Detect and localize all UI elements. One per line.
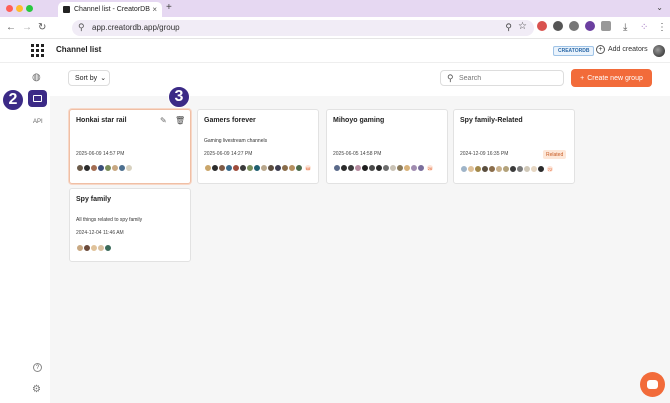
- puzzle-icon[interactable]: [601, 21, 611, 31]
- group-list-area: Honkai star rail ✎ 🗑 2025-06-09 14:57 PM…: [50, 96, 670, 403]
- back-icon[interactable]: ←: [6, 22, 16, 33]
- profile-icon[interactable]: ⁘: [640, 22, 648, 33]
- creator-avatar: [295, 164, 303, 172]
- download-icon[interactable]: ⤓: [623, 22, 627, 33]
- extension-icon[interactable]: [537, 21, 547, 31]
- page-title: Channel list: [56, 45, 102, 54]
- related-tag: Related: [543, 150, 567, 159]
- app-header: Channel list CREATORDB + Add creators: [0, 39, 670, 63]
- favicon-icon: [63, 6, 70, 13]
- group-avatars: [76, 244, 112, 252]
- group-card[interactable]: Spy family-Related 2024-12-09 16:35 PM R…: [453, 109, 575, 184]
- maximize-window-button[interactable]: [26, 5, 33, 12]
- plus-circle-icon: +: [596, 45, 605, 54]
- search-box[interactable]: ⚲: [440, 70, 564, 86]
- gear-icon[interactable]: ⚙: [32, 384, 41, 395]
- site-settings-icon[interactable]: ⚲: [78, 22, 85, 33]
- group-date: 2024-12-09 16:35 PM: [460, 151, 509, 157]
- menu-dots-icon[interactable]: ⋮: [657, 22, 667, 33]
- create-new-group-button[interactable]: + Create new group: [571, 69, 652, 87]
- group-card[interactable]: Honkai star rail ✎ 🗑 2025-06-09 14:57 PM: [69, 109, 191, 184]
- group-description: Gaming livestream channels: [204, 138, 268, 144]
- group-avatars: 68: [204, 164, 312, 172]
- sort-by-dropdown[interactable]: Sort by ⌄: [68, 70, 110, 86]
- tab-list-chevron-icon[interactable]: ⌄: [656, 3, 663, 12]
- browser-tab-bar: Channel list - CreatorDB × + ⌄: [0, 0, 670, 17]
- creator-avatar: [125, 164, 133, 172]
- chat-bubble-icon: [647, 380, 658, 389]
- group-card[interactable]: Gamers forever Gaming livestream channel…: [197, 109, 319, 184]
- group-card[interactable]: Spy family All things related to spy fam…: [69, 188, 191, 262]
- group-description: All things related to spy family: [76, 217, 143, 223]
- add-creators-button[interactable]: + Add creators: [596, 45, 648, 54]
- sidebar-item-api[interactable]: API: [33, 119, 43, 125]
- group-name: Mihoyo gaming: [333, 117, 385, 124]
- extension-icon[interactable]: [553, 21, 563, 31]
- more-creators-count: 26: [426, 164, 434, 172]
- extension-icon[interactable]: [585, 21, 595, 31]
- more-creators-count: 72: [546, 165, 554, 173]
- group-name: Gamers forever: [204, 117, 256, 124]
- user-avatar[interactable]: [653, 45, 665, 57]
- bookmark-star-icon[interactable]: ☆: [518, 21, 527, 32]
- create-new-group-label: Create new group: [587, 74, 643, 82]
- tab-close-icon[interactable]: ×: [152, 5, 157, 14]
- creator-avatar: [104, 244, 112, 252]
- add-creators-label: Add creators: [608, 46, 648, 53]
- folder-icon: [33, 95, 42, 102]
- minimize-window-button[interactable]: [16, 5, 23, 12]
- tab-title: Channel list - CreatorDB: [74, 6, 150, 13]
- creatordb-badge: CREATORDB: [553, 46, 595, 56]
- group-avatars: 26: [333, 164, 434, 172]
- help-icon[interactable]: ?: [33, 363, 42, 372]
- new-tab-button[interactable]: +: [166, 2, 172, 13]
- group-name: Spy family: [76, 196, 112, 203]
- creator-avatar: [417, 164, 425, 172]
- sidebar-item-groups[interactable]: [28, 90, 47, 107]
- group-avatars: 72: [460, 165, 554, 173]
- sort-by-label: Sort by: [75, 74, 98, 82]
- zoom-icon[interactable]: ⚲: [505, 22, 512, 33]
- creator-avatar: [537, 165, 545, 173]
- group-date: 2025-06-09 14:27 PM: [204, 151, 253, 157]
- group-date: 2025-06-09 14:57 PM: [76, 151, 125, 157]
- more-creators-count: 68: [304, 164, 312, 172]
- omnibox[interactable]: ⚲ app.creatordb.app/group ⚲ ☆: [72, 20, 534, 36]
- reload-icon[interactable]: ↻: [38, 22, 46, 33]
- search-input[interactable]: [459, 73, 559, 84]
- search-icon: ⚲: [447, 73, 454, 83]
- app-logo-icon[interactable]: [31, 44, 44, 57]
- plus-icon: +: [580, 74, 585, 82]
- group-date: 2024-12-04 11:46 AM: [76, 230, 124, 236]
- forward-icon[interactable]: →: [22, 22, 32, 33]
- browser-tab[interactable]: Channel list - CreatorDB ×: [58, 2, 162, 17]
- chat-support-button[interactable]: [640, 372, 665, 397]
- chevron-down-icon: ⌄: [100, 75, 107, 82]
- globe-icon[interactable]: ◍: [32, 72, 41, 83]
- trash-icon[interactable]: 🗑: [175, 116, 185, 125]
- step-2-marker: 2: [2, 89, 24, 111]
- step-3-marker: 3: [168, 86, 190, 108]
- group-date: 2025-06-05 14:58 PM: [333, 151, 382, 157]
- extension-icon[interactable]: [569, 21, 579, 31]
- group-name: Spy family-Related: [460, 117, 523, 124]
- group-avatars: [76, 164, 133, 172]
- url-text[interactable]: app.creatordb.app/group: [92, 23, 180, 32]
- close-window-button[interactable]: [6, 5, 13, 12]
- sidebar: ◍ API ? ⚙: [0, 63, 50, 403]
- address-bar: ← → ↻ ⚲ app.creatordb.app/group ⚲ ☆ ⤓ ⁘ …: [0, 17, 670, 39]
- group-card[interactable]: Mihoyo gaming 2025-06-05 14:58 PM 26: [326, 109, 448, 184]
- group-name: Honkai star rail: [76, 117, 127, 124]
- edit-icon[interactable]: ✎: [160, 116, 167, 125]
